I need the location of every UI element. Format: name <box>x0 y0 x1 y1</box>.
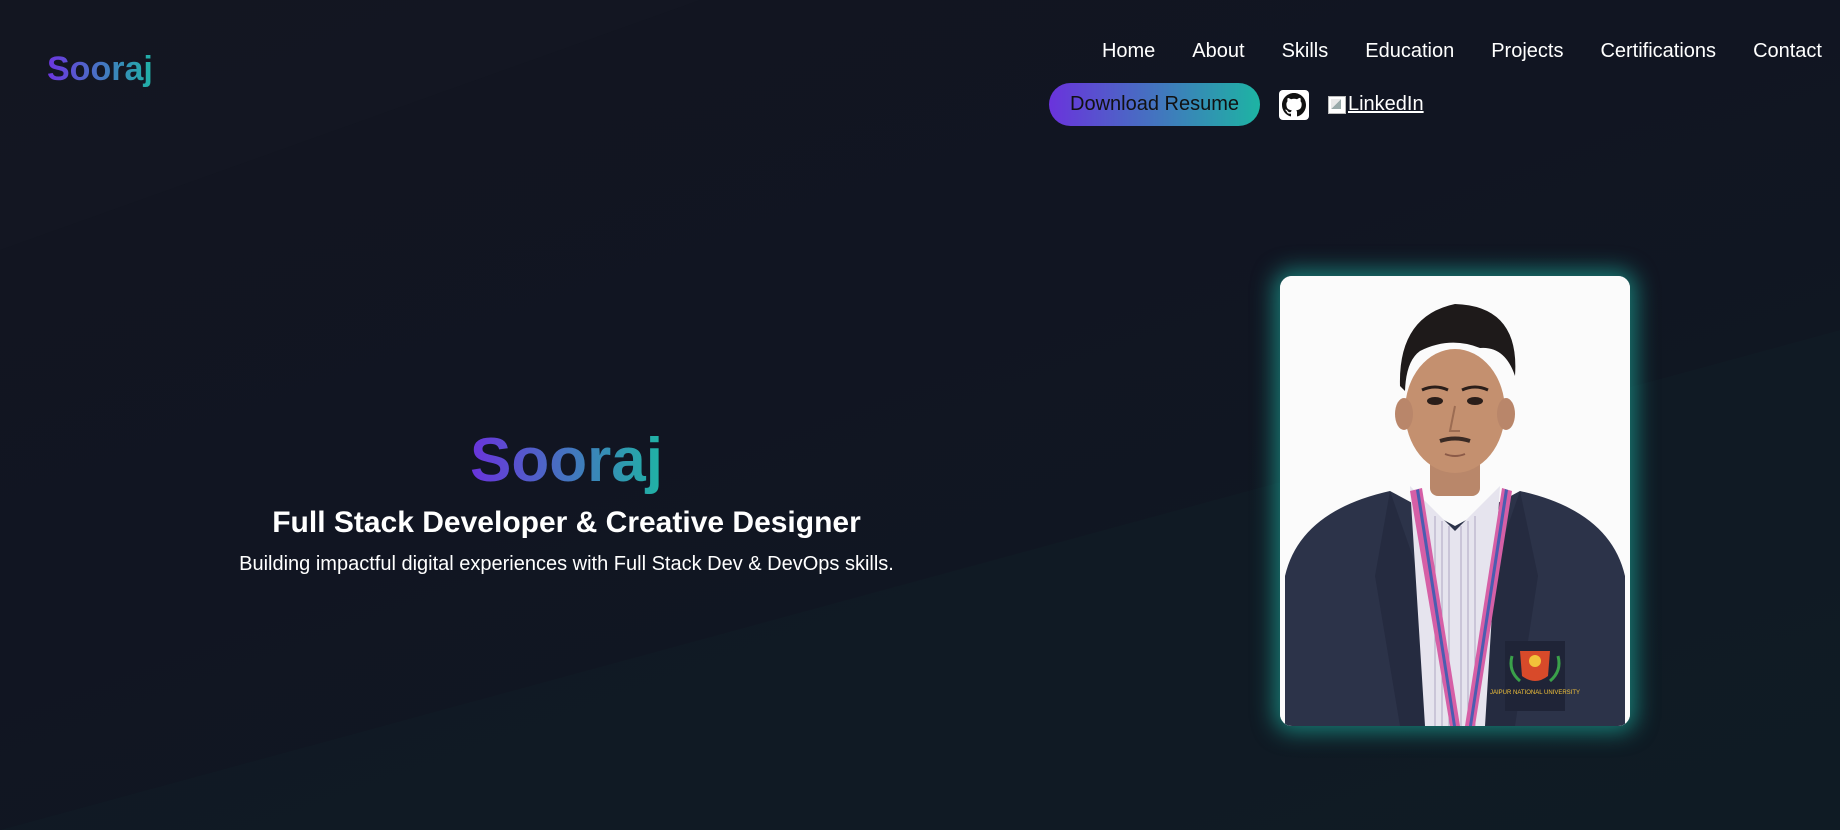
hero-intro: Sooraj Full Stack Developer & Creative D… <box>200 425 933 577</box>
nav-about[interactable]: About <box>1192 38 1244 64</box>
main-nav: Home About Skills Education Projects Cer… <box>1065 38 1822 64</box>
nav-education[interactable]: Education <box>1365 38 1454 64</box>
hero-tagline: Building impactful digital experiences w… <box>239 553 894 575</box>
profile-photo: JAIPUR NATIONAL UNIVERSITY <box>1280 276 1630 726</box>
download-resume-button[interactable]: Download Resume <box>1049 83 1260 126</box>
badge-text: JAIPUR NATIONAL UNIVERSITY <box>1490 690 1580 696</box>
linkedin-label: LinkedIn <box>1347 93 1424 115</box>
broken-image-icon <box>1327 95 1346 114</box>
hero-name: Sooraj <box>470 426 663 495</box>
nav-projects[interactable]: Projects <box>1491 38 1563 64</box>
linkedin-link[interactable]: LinkedIn <box>1327 93 1424 116</box>
nav-certifications[interactable]: Certifications <box>1600 38 1716 64</box>
nav-skills[interactable]: Skills <box>1282 38 1329 64</box>
nav-home[interactable]: Home <box>1102 38 1155 64</box>
header-actions: Download Resume LinkedIn <box>1049 83 1424 126</box>
github-icon[interactable] <box>1278 89 1309 120</box>
logo[interactable]: Sooraj <box>47 50 153 89</box>
hero-role: Full Stack Developer & Creative Designer <box>272 506 861 539</box>
nav-contact[interactable]: Contact <box>1753 38 1822 64</box>
